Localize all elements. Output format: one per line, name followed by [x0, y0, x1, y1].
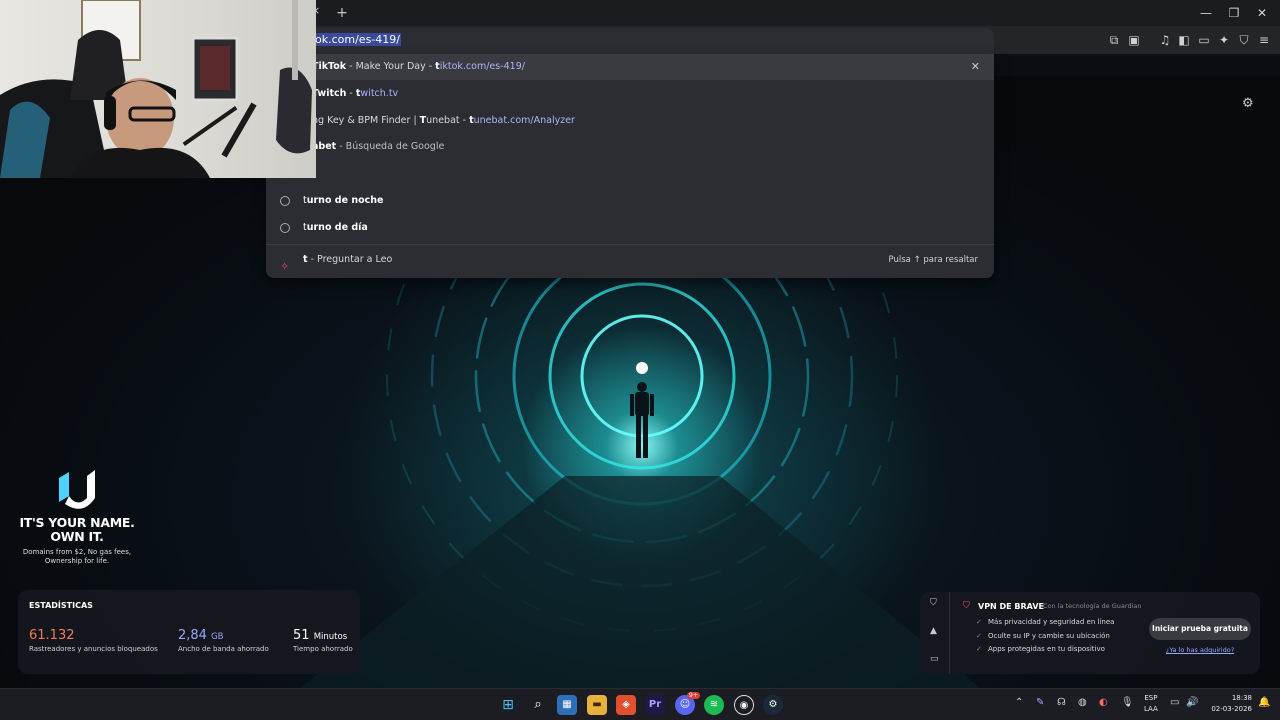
extensions-icon[interactable]: ⧉: [1106, 32, 1122, 48]
suggestion-item[interactable]: abet - Búsqueda de Google: [266, 134, 994, 160]
start-trial-button[interactable]: Iniciar prueba gratuita: [1149, 618, 1251, 640]
history-suggestion[interactable]: turno de noche: [266, 188, 994, 214]
sidebar-icon[interactable]: ◧: [1176, 32, 1192, 48]
tray-expand-icon[interactable]: ⌃: [1015, 697, 1023, 708]
suggestion-item[interactable]: Twitch - twitch.tv: [266, 81, 994, 107]
shield-icon[interactable]: ⛉: [930, 598, 937, 608]
vpn-shield-icon: ⛉: [963, 601, 970, 611]
trackers-label: Rastreadores y anuncios bloqueados: [29, 645, 158, 653]
trackers-count: 61.132: [29, 628, 75, 643]
address-input[interactable]: ok.com/es-419/: [314, 33, 401, 46]
ask-leo-suggestion[interactable]: ✧ t - Preguntar a Leo Pulsa ↑ para resal…: [266, 247, 994, 273]
webcam-overlay: [0, 0, 316, 178]
address-bar[interactable]: ok.com/es-419/: [266, 28, 994, 54]
webcam-feed-image: [0, 0, 312, 178]
stats-title: ESTADÍSTICAS: [29, 601, 93, 610]
unstoppable-logo: [59, 470, 95, 509]
time-saved-label: Tiempo ahorrado: [293, 645, 353, 653]
history-icon: [280, 223, 290, 233]
widget-switcher: ⛉ ▲ ▭: [920, 592, 950, 674]
promo-headline: IT'S YOUR NAME.: [19, 515, 135, 530]
start-icon[interactable]: ⊞: [498, 695, 518, 715]
remove-suggestion-icon[interactable]: ✕: [971, 54, 980, 80]
screen: × + — ❐ ✕ ok.com/es-419/ ⧉ ▣ ♫ ◧ ▭ ✦ ⛉ ≡…: [0, 0, 1280, 720]
taskbar: ⊞ ⌕ ▦ ▬ ◈ Pr ☺ 9+ ≋ ◉ ⚙ ⌃ ✎ ☊ ◍ ◐ 🎙 ESP L…: [0, 688, 1280, 720]
steam-tray-icon[interactable]: ◍: [1078, 697, 1087, 708]
bandwidth-label: Ancho de banda ahorrado: [178, 645, 269, 653]
widgets-icon[interactable]: ▦: [557, 695, 577, 715]
promo-subtext: Domains from $2, No gas fees,: [22, 548, 132, 556]
warning-icon[interactable]: ▲: [930, 626, 937, 636]
volume-icon[interactable]: 🔊: [1186, 697, 1198, 708]
suggestion-text: turno de día: [303, 222, 368, 233]
premiere-icon[interactable]: Pr: [645, 695, 665, 715]
suggestion-text: t - Preguntar a Leo: [303, 254, 393, 265]
promo-headline-2: OWN IT.: [50, 529, 104, 544]
music-icon[interactable]: ♫: [1157, 32, 1173, 48]
suggestion-text: ng Key & BPM Finder | Tunebat - tunebat.…: [312, 115, 575, 126]
language-indicator[interactable]: ESP LAA: [1144, 693, 1158, 715]
search-icon[interactable]: ⌕: [528, 695, 548, 715]
already-purchased-link[interactable]: ¿Ya lo has adquirido?: [1166, 646, 1234, 654]
divider: [266, 244, 994, 245]
brave-icon[interactable]: ◈: [616, 695, 636, 715]
stats-widget: ESTADÍSTICAS 61.132 Rastreadores y anunc…: [18, 590, 360, 674]
obs-icon[interactable]: ◉: [734, 695, 754, 715]
file-explorer-icon[interactable]: ▬: [587, 695, 607, 715]
promo-subtext-2: Ownership for life.: [44, 557, 110, 565]
history-suggestion[interactable]: turno de día: [266, 215, 994, 241]
video-icon[interactable]: ▭: [930, 654, 939, 664]
menu-icon[interactable]: ≡: [1256, 32, 1272, 48]
leo-ai-icon[interactable]: ✦: [1216, 32, 1232, 48]
address-selected-text: ok.com/es-419/: [314, 33, 401, 46]
suggestion-item[interactable]: TikTok - Make Your Day - tiktok.com/es-4…: [266, 54, 994, 80]
vpn-feature: Apps protegidas en tu dispositivo: [976, 645, 1105, 653]
omnibox-dropdown: TikTok - Make Your Day - tiktok.com/es-4…: [266, 54, 994, 278]
time-saved-value: 51 Minutos: [293, 628, 348, 643]
vpn-feature: Más privacidad y seguridad en línea: [976, 618, 1114, 626]
spotify-icon[interactable]: ≋: [704, 695, 724, 715]
close-window-icon[interactable]: ✕: [1250, 4, 1274, 22]
suggestion-text: turno de noche: [303, 195, 384, 206]
suggestion-item[interactable]: ng Key & BPM Finder | Tunebat - tunebat.…: [266, 108, 994, 134]
minimize-icon[interactable]: —: [1194, 4, 1218, 22]
new-tab-button[interactable]: +: [334, 4, 350, 22]
clock[interactable]: 18:38 02-03-2026: [1208, 693, 1252, 715]
notifications-icon[interactable]: 🔔: [1258, 697, 1270, 708]
customize-settings-icon[interactable]: ⚙: [1242, 96, 1254, 111]
headset-icon[interactable]: ☊: [1057, 697, 1066, 708]
leo-icon: ✧: [280, 260, 290, 273]
microphone-icon[interactable]: 🎙: [1121, 697, 1134, 708]
sponsored-promo[interactable]: IT'S YOUR NAME. OWN IT. Domains from $2,…: [18, 468, 136, 566]
keyboard-hint: Pulsa ↑ para resaltar: [888, 255, 978, 265]
discord-badge: 9+: [687, 692, 700, 699]
suggestion-text: Twitch - twitch.tv: [312, 88, 399, 99]
suggestion-text: abet - Búsqueda de Google: [312, 141, 445, 152]
reader-icon[interactable]: ▣: [1126, 32, 1142, 48]
vpn-powered-by: Con la tecnología de Guardian: [1043, 602, 1142, 610]
bandwidth-value: 2,84 GB: [178, 628, 224, 643]
vpn-title: VPN DE BRAVE: [978, 602, 1044, 611]
history-icon: [280, 196, 290, 206]
steam-icon[interactable]: ⚙: [763, 695, 783, 715]
vpn-widget: ⛉ ▲ ▭ ⛉ VPN DE BRAVE Con la tecnología d…: [920, 592, 1260, 674]
vpn-feature: Oculte su IP y cambie su ubicación: [976, 632, 1110, 640]
suggestion-text: TikTok - Make Your Day - tiktok.com/es-4…: [312, 61, 525, 72]
shield-icon[interactable]: ⛉: [1236, 32, 1252, 48]
tray-app-icon[interactable]: ✎: [1036, 697, 1044, 708]
restore-icon[interactable]: ❐: [1222, 4, 1246, 22]
network-icon[interactable]: ▭: [1170, 697, 1179, 708]
wallet-icon[interactable]: ▭: [1196, 32, 1212, 48]
tray-app-icon-2[interactable]: ◐: [1099, 697, 1108, 708]
